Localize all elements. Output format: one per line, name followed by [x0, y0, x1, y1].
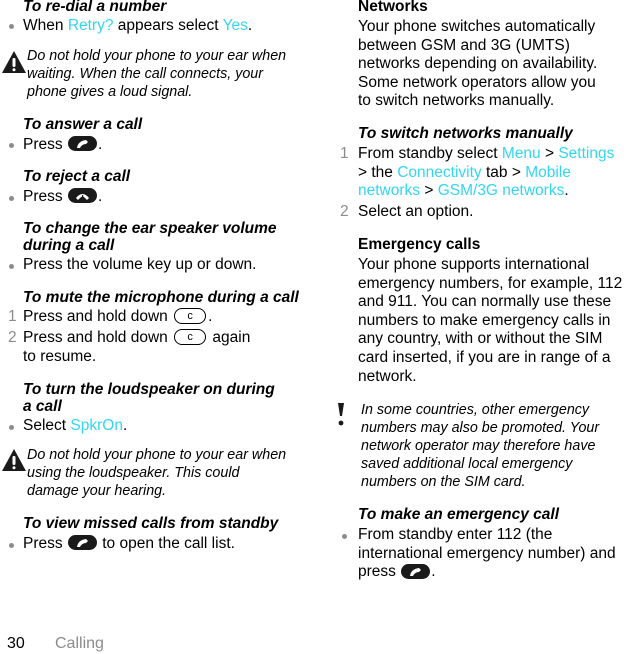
volume-heading: To change the ear speaker volume during …	[23, 220, 277, 254]
switch-networks-heading: To switch networks manually	[358, 125, 573, 142]
retry-option: Retry?	[67, 17, 114, 34]
menu-path-connectivity: Connectivity	[397, 163, 482, 181]
warning-note-loudspeaker: Do not hold your phone to your ear when …	[27, 447, 287, 499]
yes-option: Yes	[222, 17, 248, 34]
exclamation-icon	[338, 403, 344, 426]
answer-heading: To answer a call	[23, 116, 143, 133]
switch-networks-step-1: From standby select Menu > Settings > th…	[358, 145, 615, 200]
missed-calls-heading: To view missed calls from standby	[23, 515, 279, 532]
reject-step: Press .	[23, 188, 103, 205]
menu-path-gsm-3g: GSM/3G networks	[437, 182, 565, 200]
page-number: 30	[7, 635, 25, 652]
step-number: 2	[8, 329, 17, 346]
spkron-option: SpkrOn	[70, 417, 123, 434]
networks-body: Your phone switches automatically betwee…	[358, 18, 598, 110]
clear-key-icon: c	[174, 307, 207, 324]
call-key-icon	[67, 535, 97, 551]
bullet	[9, 143, 14, 148]
networks-heading: Networks	[358, 0, 428, 15]
mute-heading: To mute the microphone during a call	[23, 289, 299, 306]
mute-step-2: Press and hold down c again to resume.	[23, 328, 251, 365]
reject-heading: To reject a call	[23, 168, 131, 185]
step-number: 1	[8, 308, 17, 325]
bullet	[9, 24, 14, 29]
section-title: Calling	[55, 635, 104, 652]
loudspeaker-step: Select SpkrOn.	[23, 417, 128, 434]
menu-path-settings: Settings	[558, 145, 615, 162]
menu-path-mobile: Mobile	[525, 163, 571, 181]
bullet	[9, 543, 14, 548]
menu-path-menu: Menu	[501, 145, 541, 162]
switch-networks-step-2: Select an option.	[358, 203, 474, 220]
emergency-heading: Emergency calls	[358, 236, 481, 253]
menu-path-networks: networks	[358, 182, 421, 200]
make-emergency-call-step: From standby enter 112 (the internationa…	[358, 526, 616, 581]
answer-step: Press .	[23, 136, 103, 153]
bullet	[9, 264, 14, 269]
loudspeaker-heading: To turn the loudspeaker on during a call	[23, 381, 275, 415]
step-number: 1	[340, 145, 349, 162]
volume-step: Press the volume key up or down.	[23, 256, 257, 273]
bullet	[9, 425, 14, 430]
missed-calls-step: Press to open the call list.	[23, 535, 235, 552]
warning-note-waiting: Do not hold your phone to your ear when …	[27, 48, 287, 100]
call-key-icon	[401, 563, 431, 579]
warning-triangle-icon	[2, 51, 26, 73]
step-number: 2	[340, 203, 349, 220]
call-key-icon	[67, 136, 97, 152]
warning-triangle-icon	[2, 449, 26, 471]
bullet	[342, 534, 347, 539]
emergency-body: Your phone supports international emerge…	[358, 256, 623, 385]
bullet	[9, 196, 14, 201]
mute-step-1: Press and hold down c.	[23, 307, 213, 325]
redial-heading: To re-dial a number	[23, 0, 167, 15]
clear-key-icon: c	[174, 328, 207, 345]
make-emergency-call-heading: To make an emergency call	[358, 506, 560, 523]
emergency-note: In some countries, other emergency numbe…	[361, 402, 600, 490]
redial-step: When Retry? appears select Yes.	[23, 17, 253, 34]
end-call-key-icon	[67, 188, 97, 204]
